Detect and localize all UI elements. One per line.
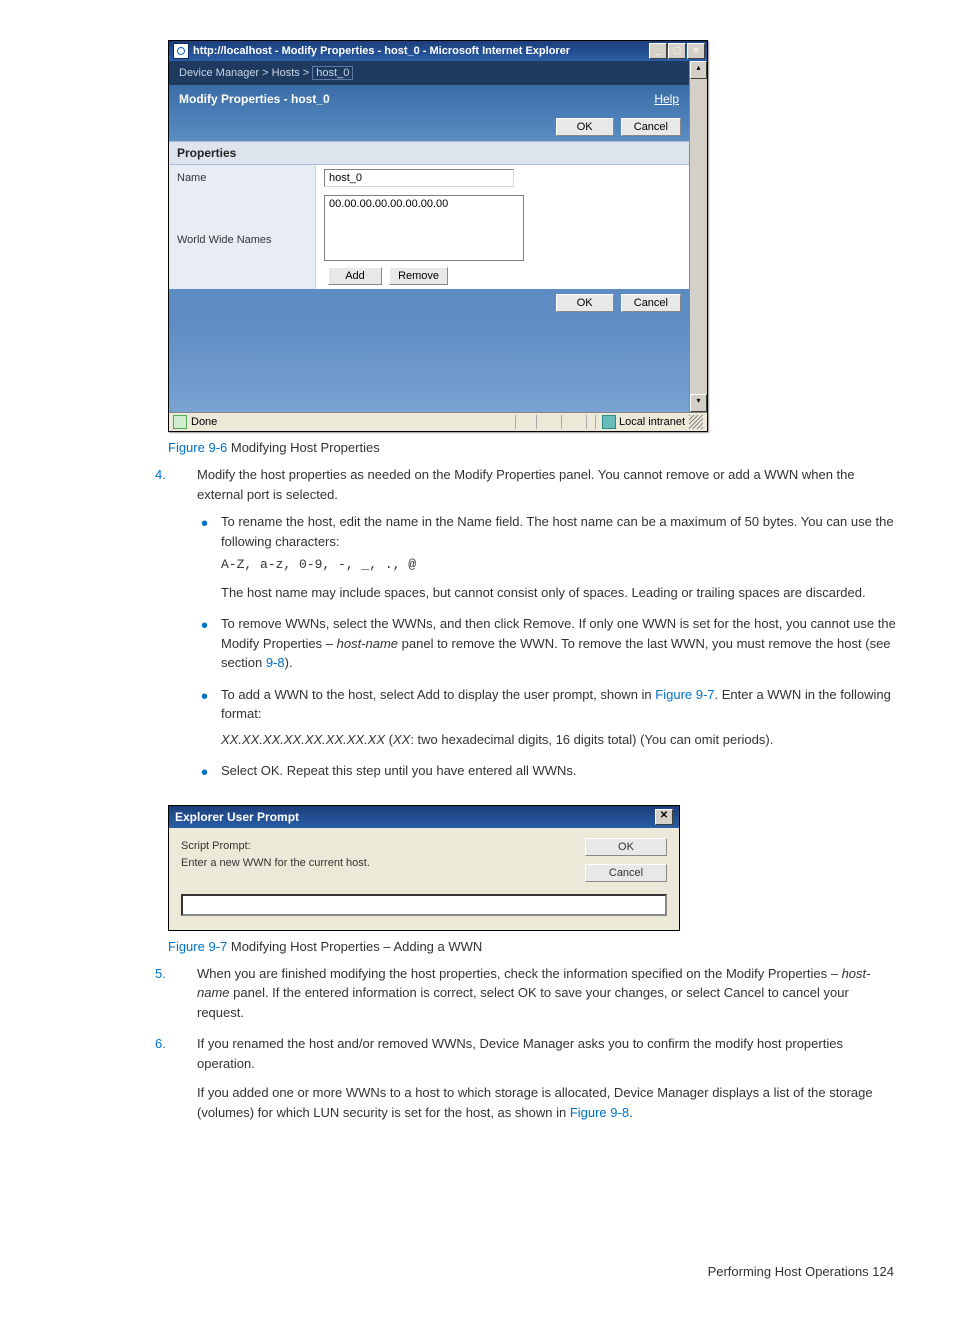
close-icon[interactable]: ✕ xyxy=(655,809,673,825)
cancel-button[interactable]: Cancel xyxy=(621,118,681,136)
breadcrumb-prefix: Device Manager > Hosts > xyxy=(179,67,312,79)
step-number: 4. xyxy=(155,465,166,485)
properties-section-header: Properties xyxy=(169,141,689,165)
cancel-button[interactable]: Cancel xyxy=(621,294,681,312)
bullet-rename: To rename the host, edit the name in the… xyxy=(197,512,896,614)
help-link[interactable]: Help xyxy=(654,92,679,106)
scroll-up-icon[interactable]: ▴ xyxy=(690,61,707,79)
figure-caption: Figure 9-6 Modifying Host Properties xyxy=(168,440,954,455)
prompt-line2: Enter a new WWN for the current host. xyxy=(181,855,567,873)
figure-text: Modifying Host Properties – Adding a WWN xyxy=(227,939,482,954)
ok-button[interactable]: OK xyxy=(556,118,614,136)
step-4: 4. Modify the host properties as needed … xyxy=(155,465,954,805)
chars-text: A-Z, a-z, 0-9, -, _, ., @ xyxy=(221,555,896,575)
link-section-9-8[interactable]: 9-8 xyxy=(266,655,285,670)
wwn-label: World Wide Names xyxy=(169,191,316,289)
intranet-icon xyxy=(602,415,616,429)
ok-button[interactable]: OK xyxy=(556,294,614,312)
cancel-button[interactable]: Cancel xyxy=(585,864,667,882)
link-figure-9-7[interactable]: Figure 9-7 xyxy=(655,687,714,702)
status-done-text: Done xyxy=(191,416,217,428)
name-input[interactable] xyxy=(324,169,514,187)
ie-icon xyxy=(173,43,189,59)
top-button-bar: OK Cancel xyxy=(169,113,689,141)
name-label: Name xyxy=(169,165,316,191)
blank-area xyxy=(169,317,689,412)
page-title: Modify Properties - host_0 xyxy=(179,92,330,106)
status-bar: Done Local intranet xyxy=(169,412,707,431)
screenshot-user-prompt: Explorer User Prompt ✕ Script Prompt: En… xyxy=(168,805,680,931)
prompt-titlebar: Explorer User Prompt ✕ xyxy=(169,806,679,828)
step-5: 5. When you are finished modifying the h… xyxy=(155,964,954,1035)
breadcrumb-host: host_0 xyxy=(312,66,353,80)
zone-text: Local intranet xyxy=(619,416,685,428)
add-button[interactable]: Add xyxy=(328,267,382,285)
figure-text: Modifying Host Properties xyxy=(227,440,379,455)
properties-table: Name World Wide Names 00.00.00.00.00.00.… xyxy=(169,165,689,289)
bullet-select-ok: Select OK. Repeat this step until you ha… xyxy=(197,761,896,793)
done-icon xyxy=(173,415,187,429)
wwn-input[interactable] xyxy=(181,894,667,916)
screenshot-modify-properties: http://localhost - Modify Properties - h… xyxy=(168,40,708,432)
wwn-listbox[interactable]: 00.00.00.00.00.00.00.00 xyxy=(324,195,524,261)
step-6: 6. If you renamed the host and/or remove… xyxy=(155,1034,954,1134)
remove-button[interactable]: Remove xyxy=(389,267,448,285)
prompt-line1: Script Prompt: xyxy=(181,838,567,856)
prompt-title-text: Explorer User Prompt xyxy=(175,810,299,824)
maximize-button[interactable]: ▢ xyxy=(668,43,686,59)
figure-ref: Figure 9-7 xyxy=(168,939,227,954)
page-header: Modify Properties - host_0 Help xyxy=(169,85,689,113)
bottom-button-bar: OK Cancel xyxy=(169,289,689,317)
figure-ref: Figure 9-6 xyxy=(168,440,227,455)
bullet-remove-wwn: To remove WWNs, select the WWNs, and the… xyxy=(197,614,896,685)
breadcrumb: Device Manager > Hosts > host_0 xyxy=(169,61,689,85)
prompt-text: Script Prompt: Enter a new WWN for the c… xyxy=(181,838,567,882)
bullet-add-wwn: To add a WWN to the host, select Add to … xyxy=(197,685,896,762)
window-title: http://localhost - Modify Properties - h… xyxy=(193,45,649,57)
resize-grip-icon[interactable] xyxy=(689,415,703,429)
page-footer: Performing Host Operations 124 xyxy=(0,1264,954,1279)
wwn-list-item[interactable]: 00.00.00.00.00.00.00.00 xyxy=(329,198,448,210)
ok-button[interactable]: OK xyxy=(585,838,667,856)
window-titlebar: http://localhost - Modify Properties - h… xyxy=(169,41,707,61)
minimize-button[interactable]: _ xyxy=(649,43,667,59)
scroll-down-icon[interactable]: ▾ xyxy=(690,394,707,412)
step-number: 5. xyxy=(155,964,166,984)
link-figure-9-8[interactable]: Figure 9-8 xyxy=(570,1105,629,1120)
figure-caption: Figure 9-7 Modifying Host Properties – A… xyxy=(168,939,954,954)
vertical-scrollbar[interactable]: ▴ ▾ xyxy=(689,61,707,412)
close-button[interactable]: ✕ xyxy=(687,43,705,59)
step-text: Modify the host properties as needed on … xyxy=(197,467,855,502)
step-number: 6. xyxy=(155,1034,166,1054)
security-zone: Local intranet xyxy=(595,415,685,429)
